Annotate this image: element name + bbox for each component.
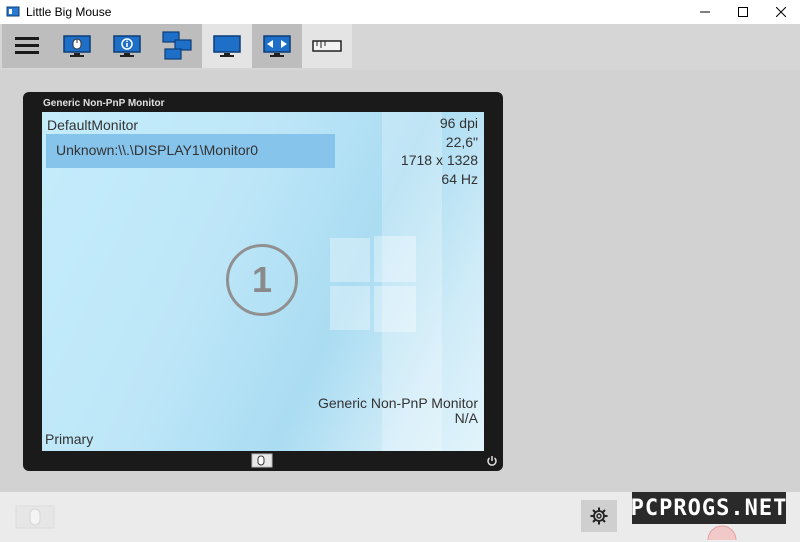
- device-id: Unknown:\\.\DISPLAY1\Monitor0: [56, 142, 259, 158]
- monitor-icon: [213, 35, 241, 57]
- borders-button[interactable]: [252, 24, 302, 68]
- vcp-button[interactable]: [302, 24, 352, 68]
- watermark: PCPROGS.NET: [631, 492, 786, 524]
- power-icon[interactable]: [486, 455, 498, 467]
- bezel-mouse-icon[interactable]: [251, 453, 273, 468]
- monitors-stack-icon: [162, 31, 192, 60]
- size-value: 22,6": [445, 134, 478, 150]
- settings-button[interactable]: [581, 500, 617, 532]
- primary-label: Primary: [45, 431, 94, 447]
- maximize-icon: [738, 7, 748, 17]
- monitor-info-icon: [113, 35, 141, 57]
- menu-icon: [15, 37, 39, 54]
- location-button[interactable]: [52, 24, 102, 68]
- monitor-model: Generic Non-PnP Monitor: [317, 395, 478, 411]
- exit-icon[interactable]: [704, 522, 740, 540]
- minimize-icon: [700, 11, 710, 13]
- bezel-title: Generic Non-PnP Monitor: [43, 98, 165, 109]
- gear-icon: [590, 507, 608, 525]
- menu-button[interactable]: [2, 24, 52, 68]
- minimize-button[interactable]: [686, 0, 724, 24]
- monitor-arrows-icon: [263, 35, 291, 57]
- size-button[interactable]: [152, 24, 202, 68]
- ruler-icon: [312, 40, 342, 52]
- monitor-button[interactable]: [202, 24, 252, 68]
- windows-logo-pane: [330, 286, 370, 330]
- toolbar: [0, 24, 800, 70]
- app-icon: [6, 6, 20, 17]
- start-stop-icon[interactable]: [14, 500, 56, 532]
- title-bar: Little Big Mouse: [0, 0, 800, 24]
- monitor-number-badge: 1: [226, 244, 298, 316]
- monitor-serial: N/A: [454, 410, 478, 426]
- windows-logo-pane: [330, 238, 370, 282]
- close-icon: [776, 7, 786, 17]
- frequency-value: 64 Hz: [441, 171, 478, 187]
- resolution-value: 1718 x 1328: [400, 152, 478, 168]
- window-title: Little Big Mouse: [26, 5, 112, 19]
- monitor-name: DefaultMonitor: [47, 117, 139, 133]
- close-button[interactable]: [762, 0, 800, 24]
- info-button[interactable]: [102, 24, 152, 68]
- monitor-mouse-icon: [63, 35, 91, 57]
- maximize-button[interactable]: [724, 0, 762, 24]
- dpi-value: 96 dpi: [439, 115, 478, 131]
